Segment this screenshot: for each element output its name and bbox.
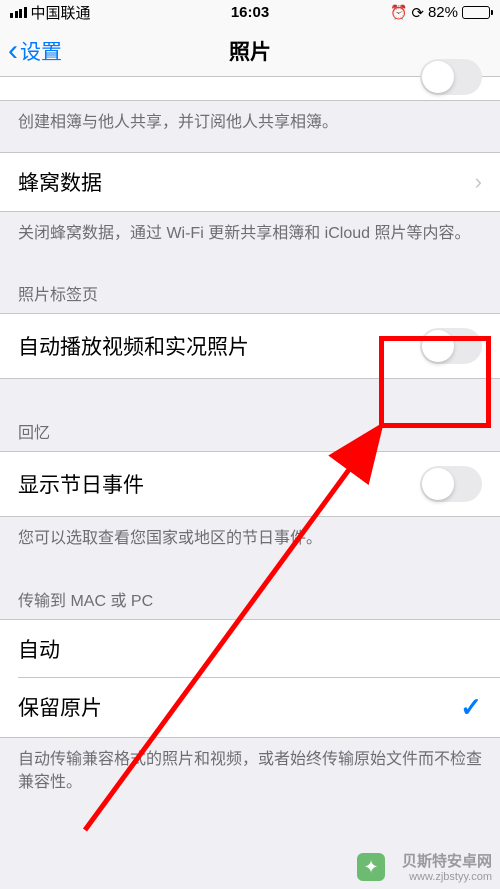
watermark: 贝斯特安卓网 www.zjbstyy.com [402, 853, 492, 884]
chevron-left-icon: ‹ [8, 36, 18, 66]
alarm-icon: ⏰ [390, 4, 407, 21]
page-title: 照片 [229, 36, 271, 66]
watermark-icon: ✦ [357, 853, 385, 881]
cellular-data-cell[interactable]: 蜂窝数据 › [0, 152, 500, 212]
shared-albums-cell-partial[interactable] [0, 77, 500, 101]
show-holidays-cell[interactable]: 显示节日事件 [0, 451, 500, 517]
watermark-url: www.zjbstyy.com [402, 871, 492, 884]
battery-percent: 82% [428, 4, 458, 21]
cellular-data-label: 蜂窝数据 [18, 167, 102, 197]
status-bar: 中国联通 16:03 ⏰ ⟳ 82% [0, 0, 500, 25]
orientation-lock-icon: ⟳ [411, 4, 424, 22]
transfer-auto-label: 自动 [18, 634, 60, 664]
show-holidays-label: 显示节日事件 [18, 469, 144, 499]
signal-icon [10, 7, 27, 18]
watermark-name: 贝斯特安卓网 [402, 853, 492, 871]
show-holidays-toggle[interactable] [420, 466, 482, 502]
shared-albums-toggle[interactable] [420, 59, 482, 95]
battery-icon [462, 6, 490, 19]
chevron-right-icon: › [475, 169, 482, 195]
carrier-label: 中国联通 [31, 2, 91, 23]
autoplay-label: 自动播放视频和实况照片 [18, 331, 249, 361]
back-button[interactable]: ‹ 设置 [0, 36, 70, 66]
cellular-data-footer: 关闭蜂窝数据，通过 Wi-Fi 更新共享相簿和 iCloud 照片等内容。 [0, 212, 500, 263]
transfer-keep-original-label: 保留原片 [18, 692, 102, 722]
photos-tab-header: 照片标签页 [0, 263, 500, 313]
transfer-header: 传输到 MAC 或 PC [0, 569, 500, 619]
transfer-keep-original-cell[interactable]: 保留原片 ✓ [0, 678, 500, 738]
autoplay-cell[interactable]: 自动播放视频和实况照片 [0, 313, 500, 379]
memories-footer: 您可以选取查看您国家或地区的节日事件。 [0, 517, 500, 568]
shared-albums-footer: 创建相簿与他人共享，并订阅他人共享相簿。 [0, 101, 500, 152]
back-label: 设置 [20, 36, 62, 66]
memories-header: 回忆 [0, 379, 500, 451]
transfer-auto-cell[interactable]: 自动 [0, 619, 500, 678]
checkmark-icon: ✓ [460, 692, 482, 723]
autoplay-toggle[interactable] [420, 328, 482, 364]
transfer-footer: 自动传输兼容格式的照片和视频，或者始终传输原始文件而不检查兼容性。 [0, 738, 500, 812]
status-time: 16:03 [231, 4, 269, 21]
